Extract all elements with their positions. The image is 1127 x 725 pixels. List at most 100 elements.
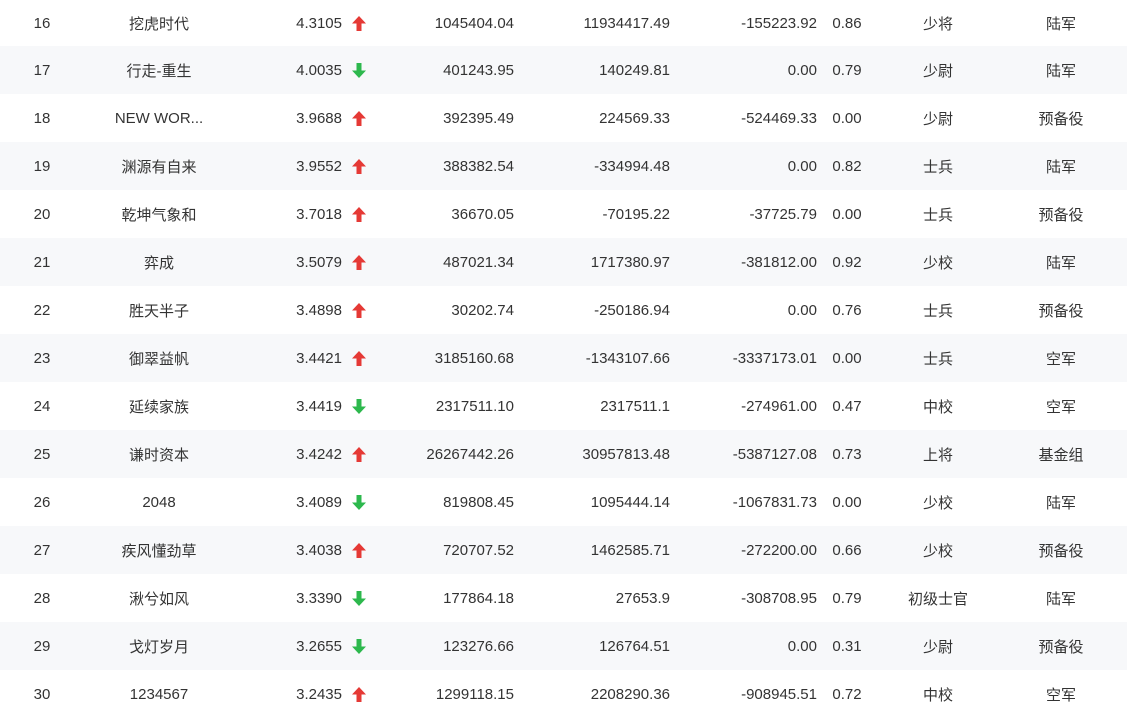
arrow-up-icon — [348, 670, 370, 718]
ratio-cell: 0.79 — [832, 61, 862, 79]
table-row-23[interactable]: 23 御翠益帆 3.4421 3185160.68 -1343107.66 -3… — [0, 334, 1127, 382]
name-cell[interactable]: 御翠益帆 — [84, 334, 234, 382]
name-cell[interactable]: 湫兮如风 — [84, 574, 234, 622]
unit-cell: 预备役 — [1038, 110, 1084, 128]
ratio-cell: 0.00 — [832, 349, 862, 367]
rank-cell: 17 — [33, 61, 51, 79]
value2-cell: 27653.9 — [615, 589, 670, 607]
score-cell: 3.9688 — [296, 109, 342, 127]
arrow-up-icon — [352, 542, 366, 558]
value2-cell: 1095444.14 — [590, 493, 670, 511]
arrow-up-icon — [352, 686, 366, 702]
name-cell[interactable]: NEW WOR... — [84, 94, 234, 142]
value2-cell: 30957813.48 — [582, 445, 670, 463]
ratio-cell: 0.47 — [832, 397, 862, 415]
rank-title-cell: 士兵 — [922, 206, 953, 224]
table-row-21[interactable]: 21 弈成 3.5079 487021.34 1717380.97 -38181… — [0, 238, 1127, 286]
table-row-22[interactable]: 22 胜天半子 3.4898 30202.74 -250186.94 0.00 … — [0, 286, 1127, 334]
table-row-28[interactable]: 28 湫兮如风 3.3390 177864.18 27653.9 -308708… — [0, 574, 1127, 622]
table-row-29[interactable]: 29 戈灯岁月 3.2655 123276.66 126764.51 0.00 … — [0, 622, 1127, 670]
table-row-30[interactable]: 30 1234567 3.2435 1299118.15 2208290.36 … — [0, 670, 1127, 718]
rank-cell: 22 — [33, 301, 51, 319]
table-row-17[interactable]: 17 行走-重生 4.0035 401243.95 140249.81 0.00… — [0, 46, 1127, 94]
arrow-up-icon — [348, 334, 370, 382]
rank-cell: 30 — [33, 685, 51, 703]
name-cell[interactable]: 谦时资本 — [84, 430, 234, 478]
table-row-25[interactable]: 25 谦时资本 3.4242 26267442.26 30957813.48 -… — [0, 430, 1127, 478]
value3-cell: -908945.51 — [741, 685, 817, 703]
arrow-up-icon — [348, 190, 370, 238]
unit-cell: 预备役 — [1038, 206, 1084, 224]
value3-cell: -308708.95 — [741, 589, 817, 607]
name-cell[interactable]: 弈成 — [84, 238, 234, 286]
ratio-cell: 0.73 — [832, 445, 862, 463]
unit-cell: 陆军 — [1045, 15, 1076, 33]
name-cell[interactable]: 延续家族 — [84, 382, 234, 430]
rank-cell: 18 — [33, 109, 51, 127]
name-cell[interactable]: 戈灯岁月 — [84, 622, 234, 670]
value3-cell: -272200.00 — [741, 541, 817, 559]
name-cell[interactable]: 挖虎时代 — [84, 0, 234, 46]
value3-cell: 0.00 — [787, 61, 817, 79]
ratio-cell: 0.31 — [832, 637, 862, 655]
rank-cell: 29 — [33, 637, 51, 655]
value2-cell: 11934417.49 — [583, 14, 670, 32]
ranking-table: 16 挖虎时代 4.3105 1045404.04 11934417.49 -1… — [0, 0, 1127, 718]
name-cell[interactable]: 1234567 — [84, 670, 234, 718]
ratio-cell: 0.82 — [832, 157, 862, 175]
table-row-24[interactable]: 24 延续家族 3.4419 2317511.10 2317511.1 -274… — [0, 382, 1127, 430]
rank-cell: 25 — [33, 445, 51, 463]
rank-title-cell: 上将 — [922, 446, 953, 464]
rank-cell: 23 — [33, 349, 51, 367]
arrow-down-icon — [348, 622, 370, 670]
name-cell[interactable]: 胜天半子 — [84, 286, 234, 334]
arrow-up-icon — [352, 302, 366, 318]
score-cell: 3.4242 — [296, 445, 342, 463]
table-row-26[interactable]: 26 2048 3.4089 819808.45 1095444.14 -106… — [0, 478, 1127, 526]
unit-cell: 预备役 — [1038, 302, 1084, 320]
arrow-up-icon — [348, 0, 370, 46]
arrow-up-icon — [352, 254, 366, 270]
value3-cell: -37725.79 — [749, 205, 817, 223]
table-row-19[interactable]: 19 渊源有自来 3.9552 388382.54 -334994.48 0.0… — [0, 142, 1127, 190]
ratio-cell: 0.72 — [832, 685, 862, 703]
rank-title-cell: 中校 — [922, 398, 953, 416]
unit-cell: 空军 — [1045, 686, 1076, 704]
value2-cell: -1343107.66 — [585, 349, 670, 367]
arrow-up-icon — [352, 158, 366, 174]
value3-cell: -274961.00 — [741, 397, 817, 415]
arrow-up-icon — [348, 94, 370, 142]
value3-cell: -381812.00 — [741, 253, 817, 271]
score-cell: 3.2435 — [296, 685, 342, 703]
value1-cell: 392395.49 — [443, 109, 514, 127]
name-cell[interactable]: 渊源有自来 — [84, 142, 234, 190]
name-cell[interactable]: 疾风懂劲草 — [84, 526, 234, 574]
score-cell: 3.4419 — [296, 397, 342, 415]
name-cell[interactable]: 乾坤气象和 — [84, 190, 234, 238]
name-cell[interactable]: 2048 — [84, 478, 234, 526]
ratio-cell: 0.00 — [832, 205, 862, 223]
table-row-27[interactable]: 27 疾风懂劲草 3.4038 720707.52 1462585.71 -27… — [0, 526, 1127, 574]
arrow-down-icon — [352, 638, 366, 654]
value1-cell: 177864.18 — [443, 589, 514, 607]
value1-cell: 36670.05 — [451, 205, 514, 223]
table-row-20[interactable]: 20 乾坤气象和 3.7018 36670.05 -70195.22 -3772… — [0, 190, 1127, 238]
arrow-up-icon — [348, 286, 370, 334]
unit-cell: 陆军 — [1045, 590, 1076, 608]
value1-cell: 3185160.68 — [434, 349, 514, 367]
name-cell[interactable]: 行走-重生 — [84, 46, 234, 94]
arrow-up-icon — [352, 446, 366, 462]
value2-cell: 224569.33 — [599, 109, 670, 127]
table-row-16[interactable]: 16 挖虎时代 4.3105 1045404.04 11934417.49 -1… — [0, 0, 1127, 46]
value2-cell: 2317511.1 — [600, 397, 670, 415]
value3-cell: -3337173.01 — [732, 349, 817, 367]
arrow-down-icon — [348, 46, 370, 94]
value3-cell: -1067831.73 — [732, 493, 817, 511]
arrow-down-icon — [352, 398, 366, 414]
arrow-down-icon — [348, 382, 370, 430]
table-row-18[interactable]: 18 NEW WOR... 3.9688 392395.49 224569.33… — [0, 94, 1127, 142]
score-cell: 4.3105 — [296, 14, 342, 32]
rank-title-cell: 少校 — [922, 254, 953, 272]
rank-cell: 27 — [33, 541, 51, 559]
score-cell: 3.9552 — [296, 157, 342, 175]
